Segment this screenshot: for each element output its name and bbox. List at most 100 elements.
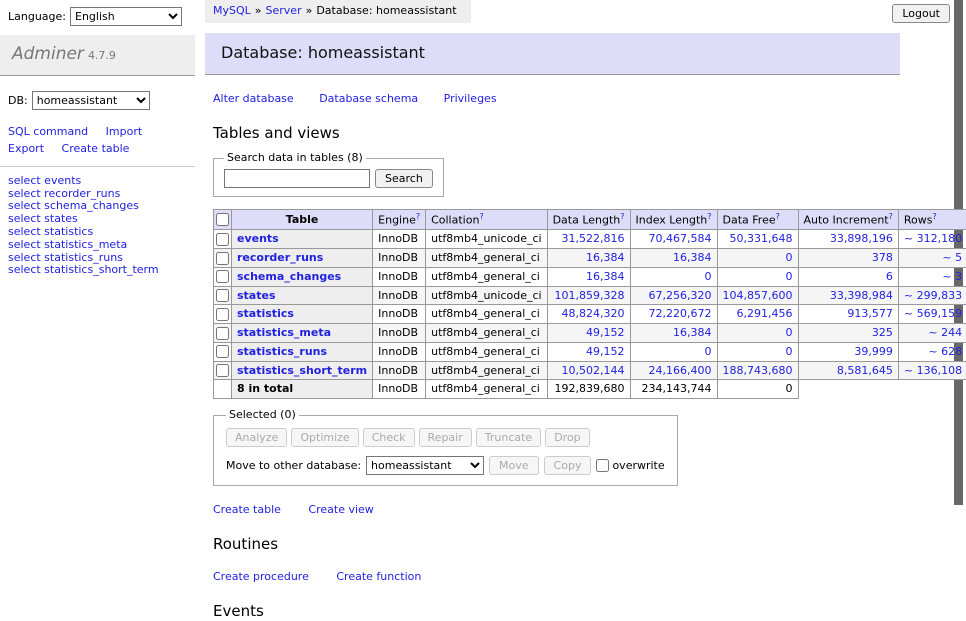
analyze-button[interactable]: Analyze — [226, 428, 287, 447]
data-free-help-icon[interactable]: ? — [776, 212, 780, 221]
data-length-link[interactable]: 101,859,328 — [555, 289, 625, 302]
index-length-link[interactable]: 16,384 — [673, 326, 712, 339]
auto-increment-link[interactable]: 8,581,645 — [837, 364, 893, 377]
data-free-link[interactable]: 0 — [786, 345, 793, 358]
language-select[interactable]: English — [70, 7, 182, 26]
row-checkbox[interactable] — [216, 270, 229, 283]
data-length-link[interactable]: 49,152 — [586, 345, 625, 358]
create-view-link[interactable]: Create view — [308, 503, 373, 516]
sidebar-item-select-statistics_meta[interactable]: select statistics_meta — [8, 239, 195, 252]
sidebar-link-create-table[interactable]: Create table — [62, 142, 130, 156]
drop-button[interactable]: Drop — [545, 428, 589, 447]
row-checkbox[interactable] — [216, 233, 229, 246]
table-name-link[interactable]: schema_changes — [237, 270, 341, 283]
logout-button[interactable]: Logout — [892, 4, 950, 23]
create-table-link[interactable]: Create table — [213, 503, 281, 516]
table-name-link[interactable]: recorder_runs — [237, 251, 323, 264]
row-checkbox[interactable] — [216, 327, 229, 340]
index-length-link[interactable]: 16,384 — [673, 251, 712, 264]
data-length-link[interactable]: 31,522,816 — [562, 232, 625, 245]
database-schema-link[interactable]: Database schema — [319, 92, 418, 105]
collation-help-icon[interactable]: ? — [479, 212, 483, 221]
rows-link[interactable]: ~ 312,180 — [904, 232, 962, 245]
overwrite-label[interactable]: overwrite — [612, 459, 664, 472]
check-button[interactable]: Check — [363, 428, 415, 447]
data-length-help-icon[interactable]: ? — [620, 212, 624, 221]
auto-increment-link[interactable]: 39,999 — [854, 345, 893, 358]
sidebar-link-sql-command[interactable]: SQL command — [8, 125, 88, 139]
index-length-link[interactable]: 24,166,400 — [649, 364, 712, 377]
optimize-button[interactable]: Optimize — [291, 428, 358, 447]
data-free-link[interactable]: 50,331,648 — [730, 232, 793, 245]
table-name-link[interactable]: statistics_short_term — [237, 364, 367, 377]
rows-link[interactable]: ~ 136,108 — [904, 364, 962, 377]
table-name-link[interactable]: statistics_runs — [237, 345, 327, 358]
auto-increment-link[interactable]: 6 — [886, 270, 893, 283]
repair-button[interactable]: Repair — [419, 428, 472, 447]
alter-database-link[interactable]: Alter database — [213, 92, 294, 105]
data-free-link[interactable]: 0 — [786, 251, 793, 264]
move-db-select[interactable]: homeassistant — [366, 456, 484, 475]
data-free-link[interactable]: 6,291,456 — [737, 307, 793, 320]
main-content: MySQL»Server»Database: homeassistant Dat… — [205, 0, 900, 621]
db-select[interactable]: homeassistant — [32, 91, 150, 110]
table-name-link[interactable]: statistics — [237, 307, 294, 320]
overwrite-checkbox[interactable] — [596, 459, 609, 472]
app-version: 4.7.9 — [88, 49, 116, 62]
data-free-link[interactable]: 188,743,680 — [723, 364, 793, 377]
rows-link[interactable]: ~ 3 — [942, 270, 962, 283]
rows-link[interactable]: ~ 244 — [928, 326, 962, 339]
index-length-help-icon[interactable]: ? — [707, 212, 711, 221]
table-name-link[interactable]: events — [237, 232, 279, 245]
create-procedure-link[interactable]: Create procedure — [213, 570, 309, 583]
data-free-link[interactable]: 0 — [786, 326, 793, 339]
auto-increment-link[interactable]: 33,898,196 — [830, 232, 893, 245]
data-free-link[interactable]: 104,857,600 — [723, 289, 793, 302]
table-name-link[interactable]: statistics_meta — [237, 326, 331, 339]
data-length-link[interactable]: 48,824,320 — [562, 307, 625, 320]
row-checkbox[interactable] — [216, 289, 229, 302]
index-length-link[interactable]: 0 — [705, 345, 712, 358]
row-checkbox[interactable] — [216, 345, 229, 358]
index-length-link[interactable]: 67,256,320 — [649, 289, 712, 302]
data-length-link[interactable]: 16,384 — [586, 251, 625, 264]
auto-increment-link[interactable]: 325 — [872, 326, 893, 339]
rows-link[interactable]: ~ 299,833 — [904, 289, 962, 302]
index-length-link[interactable]: 70,467,584 — [649, 232, 712, 245]
sidebar-item-select-events[interactable]: select events — [8, 175, 195, 188]
rows-link[interactable]: ~ 569,159 — [904, 307, 962, 320]
language-label: Language: — [8, 10, 66, 23]
auto-increment-link[interactable]: 913,577 — [847, 307, 893, 320]
data-length-link[interactable]: 16,384 — [586, 270, 625, 283]
sidebar-link-export[interactable]: Export — [8, 142, 44, 156]
auto-increment-help-icon[interactable]: ? — [889, 212, 893, 221]
table-name-link[interactable]: states — [237, 289, 276, 302]
auto-increment-link[interactable]: 378 — [872, 251, 893, 264]
truncate-button[interactable]: Truncate — [476, 428, 541, 447]
breadcrumb-server-link[interactable]: Server — [266, 4, 302, 17]
data-free-link[interactable]: 0 — [786, 270, 793, 283]
sidebar-item-select-statistics_short_term[interactable]: select statistics_short_term — [8, 264, 195, 277]
index-length-link[interactable]: 0 — [705, 270, 712, 283]
search-button[interactable]: Search — [375, 169, 433, 188]
move-button[interactable]: Move — [489, 456, 539, 475]
breadcrumb-mysql-link[interactable]: MySQL — [213, 4, 251, 17]
index-length-link[interactable]: 72,220,672 — [649, 307, 712, 320]
row-checkbox[interactable] — [216, 308, 229, 321]
sidebar-item-select-statistics[interactable]: select statistics — [8, 226, 195, 239]
create-function-link[interactable]: Create function — [336, 570, 421, 583]
privileges-link[interactable]: Privileges — [444, 92, 497, 105]
data-length-link[interactable]: 10,502,144 — [562, 364, 625, 377]
data-length-link[interactable]: 49,152 — [586, 326, 625, 339]
row-checkbox[interactable] — [216, 252, 229, 265]
rows-link[interactable]: ~ 628 — [928, 345, 962, 358]
row-checkbox[interactable] — [216, 364, 229, 377]
search-input[interactable] — [224, 169, 370, 188]
copy-button[interactable]: Copy — [544, 456, 592, 475]
auto-increment-link[interactable]: 33,398,984 — [830, 289, 893, 302]
rows-link[interactable]: ~ 5 — [942, 251, 962, 264]
select-all-checkbox[interactable] — [216, 213, 229, 226]
sidebar-link-import[interactable]: Import — [106, 125, 143, 139]
engine-help-icon[interactable]: ? — [416, 212, 420, 221]
rows-help-icon[interactable]: ? — [932, 212, 936, 221]
